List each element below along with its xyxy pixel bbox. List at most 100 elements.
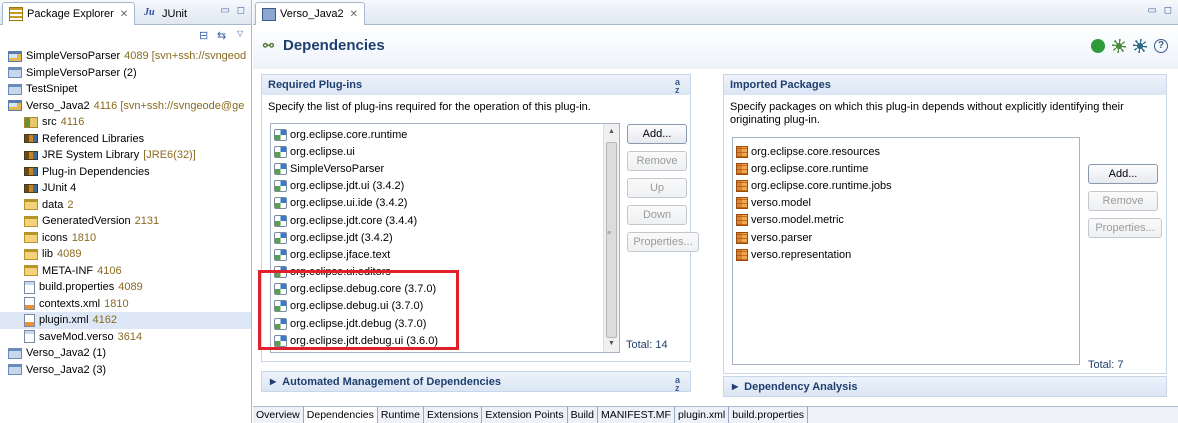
add-package-button[interactable]: Add... — [1088, 164, 1158, 184]
tree-item[interactable]: lib 4089 — [0, 246, 251, 263]
tree-item[interactable]: TestSnipet — [0, 81, 251, 98]
list-item[interactable]: org.eclipse.core.resources — [733, 143, 1079, 160]
plugin-icon — [274, 248, 287, 261]
tree-item[interactable]: GeneratedVersion 2131 — [0, 213, 251, 230]
help-icon[interactable]: ? — [1154, 39, 1168, 53]
scroll-down-icon[interactable]: ▼ — [604, 336, 619, 352]
move-up-button[interactable]: Up — [627, 178, 687, 198]
page-tab[interactable]: Dependencies — [303, 407, 378, 423]
tab-verso-java2[interactable]: Verso_Java2 ✕ — [255, 2, 365, 25]
page-tab[interactable]: Extensions — [424, 407, 483, 423]
svn-decoration: [JRE6(32)] — [143, 149, 196, 162]
list-item[interactable]: verso.model.metric — [733, 212, 1079, 229]
vertical-scrollbar[interactable]: ▲ ≡ ▼ — [603, 124, 619, 352]
page-tab[interactable]: MANIFEST.MF — [598, 407, 675, 423]
move-down-button[interactable]: Down — [627, 205, 687, 225]
list-item-label: org.eclipse.jdt.core (3.4.4) — [290, 214, 418, 227]
minimize-maximize-icons[interactable]: ▭ ◻ — [220, 5, 247, 16]
svn-decoration: 2131 — [134, 215, 160, 228]
list-item[interactable]: org.eclipse.core.runtime — [733, 160, 1079, 177]
add-plugin-button[interactable]: Add... — [627, 124, 687, 144]
list-item[interactable]: verso.parser — [733, 229, 1079, 246]
dependencies-icon: ⚯ — [263, 37, 274, 53]
scrollbar-thumb[interactable] — [606, 142, 617, 338]
imported-packages-list[interactable]: org.eclipse.core.resources org.eclipse.co… — [732, 137, 1080, 365]
tree-item[interactable]: SimpleVersoParser (2) — [0, 65, 251, 82]
list-item[interactable]: org.eclipse.ui — [271, 143, 619, 160]
tree-item[interactable]: src 4116 — [0, 114, 251, 131]
tree-item[interactable]: Plug-in Dependencies — [0, 164, 251, 181]
tree-item[interactable]: Verso_Java2 4116 [svn+ssh://svngeode@ge — [0, 98, 251, 115]
tree-item[interactable]: Referenced Libraries — [0, 131, 251, 148]
list-item[interactable]: org.eclipse.jdt.ui (3.4.2) — [271, 178, 619, 195]
remove-plugin-button[interactable]: Remove — [627, 151, 687, 171]
list-item[interactable]: SimpleVersoParser — [271, 160, 619, 177]
list-item-label: org.eclipse.ui — [290, 145, 355, 158]
library-icon — [24, 134, 38, 144]
list-item[interactable]: org.eclipse.jdt (3.4.2) — [271, 229, 619, 246]
page-tab[interactable]: Extension Points — [482, 407, 568, 423]
minimize-maximize-icons[interactable]: ▭ ◻ — [1147, 5, 1174, 16]
tree-item[interactable]: Verso_Java2 (3) — [0, 362, 251, 379]
library-icon — [24, 167, 38, 177]
view-menu-icon[interactable]: ▽ — [237, 29, 243, 38]
section-title: Automated Management of Dependencies — [282, 375, 501, 388]
tree-item-label: src — [42, 116, 57, 129]
page-tab[interactable]: Runtime — [378, 407, 425, 423]
list-item[interactable]: org.eclipse.jface.text — [271, 246, 619, 263]
package-explorer-icon — [9, 7, 23, 21]
tree-item[interactable]: JRE System Library [JRE6(32)] — [0, 147, 251, 164]
debug-icon[interactable] — [1112, 39, 1126, 53]
tree-item[interactable]: SimpleVersoParser 4089 [svn+ssh://svngeod — [0, 48, 251, 65]
plugin-icon — [274, 128, 287, 141]
expand-triangle-icon[interactable]: ▶ — [270, 377, 276, 386]
tree-item[interactable]: plugin.xml 4162 — [0, 312, 251, 329]
scroll-up-icon[interactable]: ▲ — [604, 124, 619, 140]
package-properties-button[interactable]: Properties... — [1088, 218, 1162, 238]
sort-icon[interactable]: az — [675, 376, 680, 393]
tree-item[interactable]: JUnit 4 — [0, 180, 251, 197]
tab-package-explorer[interactable]: Package Explorer ✕ — [2, 2, 136, 25]
imported-packages-header: Imported Packages — [724, 75, 1166, 95]
explorer-toolbar: ⊟ ⇆ ▽ — [0, 25, 251, 47]
expand-triangle-icon[interactable]: ▶ — [732, 382, 738, 391]
tree-item[interactable]: META-INF 4106 — [0, 263, 251, 280]
close-icon[interactable]: ✕ — [350, 9, 358, 20]
tree-item[interactable]: icons 1810 — [0, 230, 251, 247]
list-item[interactable]: verso.representation — [733, 246, 1079, 263]
list-item[interactable]: org.eclipse.ui.ide (3.4.2) — [271, 195, 619, 212]
plugin-properties-button[interactable]: Properties... — [627, 232, 699, 252]
xml-file-icon — [24, 313, 35, 327]
page-tab[interactable]: plugin.xml — [675, 407, 730, 423]
library-icon — [24, 150, 38, 160]
page-tab[interactable]: Build — [568, 407, 598, 423]
tree-item[interactable]: contexts.xml 1810 — [0, 296, 251, 313]
highlight-box — [258, 270, 459, 350]
svn-decoration: 3614 — [117, 330, 143, 343]
section-title: Dependency Analysis — [744, 380, 858, 393]
svn-decoration: 4106 — [97, 264, 122, 277]
automated-management-section[interactable]: ▶ Automated Management of Dependencies a… — [261, 371, 691, 393]
list-item[interactable]: verso.model — [733, 195, 1079, 212]
sort-icon[interactable]: az — [675, 78, 680, 95]
run-icon[interactable] — [1091, 39, 1105, 53]
dependency-analysis-section[interactable]: ▶ Dependency Analysis — [723, 376, 1167, 397]
tree-item[interactable]: Verso_Java2 (1) — [0, 345, 251, 362]
package-icon — [736, 179, 748, 192]
page-tab[interactable]: Overview — [253, 407, 304, 423]
tree-item[interactable]: build.properties 4089 — [0, 279, 251, 296]
profile-icon[interactable] — [1133, 39, 1147, 53]
remove-package-button[interactable]: Remove — [1088, 191, 1158, 211]
collapse-all-icon[interactable]: ⊟ — [199, 29, 208, 42]
tab-junit[interactable]: Ju JUnit — [138, 2, 193, 25]
svn-decoration: 1810 — [104, 297, 129, 310]
list-item[interactable]: org.eclipse.core.runtime — [271, 126, 619, 143]
page-tab[interactable]: build.properties — [729, 407, 809, 423]
link-with-editor-icon[interactable]: ⇆ — [217, 29, 226, 42]
close-icon[interactable]: ✕ — [120, 9, 128, 20]
list-item[interactable]: org.eclipse.jdt.core (3.4.4) — [271, 212, 619, 229]
tree-item[interactable]: saveMod.verso 3614 — [0, 329, 251, 346]
list-item[interactable]: org.eclipse.core.runtime.jobs — [733, 177, 1079, 194]
tree-item[interactable]: data 2 — [0, 197, 251, 214]
project-icon — [8, 83, 22, 95]
